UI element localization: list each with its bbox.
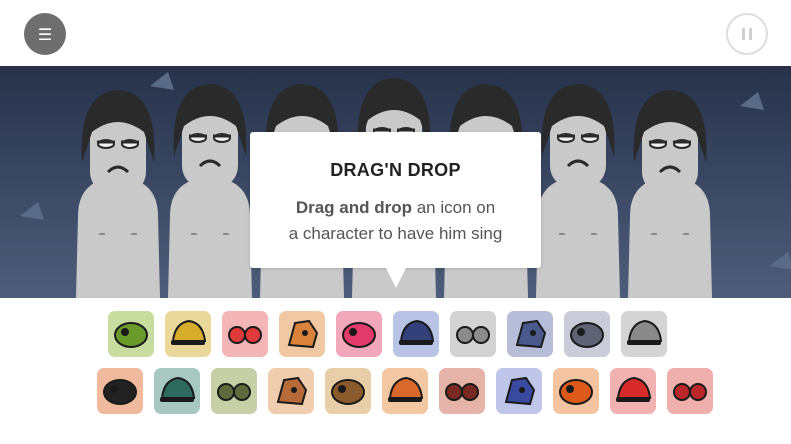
pause-icon-bar-right xyxy=(749,28,752,40)
green-leaf-hat-icon[interactable] xyxy=(108,311,154,357)
red-totem-icon-glyph xyxy=(445,383,479,401)
yellow-cap-icon-glyph xyxy=(171,319,207,345)
pause-icon-bar-left xyxy=(742,28,745,40)
red-cherry-icon-glyph xyxy=(673,383,707,401)
brown-octopus-icon-glyph xyxy=(331,379,365,405)
character xyxy=(536,84,620,298)
tooltip-text-line2: a character to have him sing xyxy=(288,224,503,243)
drag-drop-tooltip: DRAG'N DROP Drag and drop an icon on a c… xyxy=(250,132,541,288)
umbrella-decoration xyxy=(740,92,764,110)
icon-row-bottom xyxy=(97,368,713,414)
black-headphone-icon[interactable] xyxy=(97,368,143,414)
blue-goggles-icon[interactable] xyxy=(393,311,439,357)
blue-goggles-icon-glyph xyxy=(399,319,435,345)
top-bar: ☰ xyxy=(0,0,791,66)
tooltip-title: DRAG'N DROP xyxy=(330,160,461,180)
grey-mask-icon-glyph xyxy=(570,322,604,348)
character xyxy=(76,90,160,298)
yellow-cap-icon[interactable] xyxy=(165,311,211,357)
pause-button[interactable] xyxy=(726,13,768,55)
orange-sun-icon[interactable] xyxy=(553,368,599,414)
brown-octopus-icon[interactable] xyxy=(325,368,371,414)
icon-row-top xyxy=(108,311,667,357)
icon-tray xyxy=(0,298,791,444)
green-helmet-icon[interactable] xyxy=(154,368,200,414)
tooltip-body: Drag and drop an icon on a character to … xyxy=(250,195,541,247)
green-face-icon[interactable] xyxy=(211,368,257,414)
blue-tube-icon[interactable] xyxy=(496,368,542,414)
green-leaf-hat-icon-glyph xyxy=(114,322,148,348)
red-ribbon-icon-glyph xyxy=(616,376,652,402)
umbrella-decoration xyxy=(150,72,174,90)
blue-tube-icon-glyph xyxy=(504,376,536,406)
red-ribbon-icon[interactable] xyxy=(610,368,656,414)
orange-mustache-icon-glyph xyxy=(276,376,308,406)
grey-bubbles-icon-glyph xyxy=(456,326,490,344)
menu-button[interactable]: ☰ xyxy=(24,13,66,55)
blue-hood-icon-glyph xyxy=(515,319,547,349)
red-glasses-icon-glyph xyxy=(228,326,262,344)
life-cap-icon-glyph xyxy=(627,319,663,345)
tooltip-bold-text: Drag and drop xyxy=(295,198,412,217)
orange-flame-icon-glyph xyxy=(388,376,424,402)
red-cherry-icon[interactable] xyxy=(667,368,713,414)
blue-hood-icon[interactable] xyxy=(507,311,553,357)
green-helmet-icon-glyph xyxy=(160,376,196,402)
black-headphone-icon-glyph xyxy=(103,379,137,405)
menu-icon: ☰ xyxy=(37,24,53,44)
orange-flame-icon[interactable] xyxy=(382,368,428,414)
umbrella-decoration xyxy=(20,202,44,220)
life-cap-icon[interactable] xyxy=(621,311,667,357)
character xyxy=(168,84,252,298)
green-face-icon-glyph xyxy=(217,383,251,401)
orange-hat-icon-glyph xyxy=(287,319,319,349)
character xyxy=(628,90,712,298)
grey-bubbles-icon[interactable] xyxy=(450,311,496,357)
red-totem-icon[interactable] xyxy=(439,368,485,414)
umbrella-decoration xyxy=(770,252,791,270)
pink-dotted-hat-icon-glyph xyxy=(342,322,376,348)
red-glasses-icon[interactable] xyxy=(222,311,268,357)
grey-mask-icon[interactable] xyxy=(564,311,610,357)
tooltip-text-line1: an icon on xyxy=(411,198,496,217)
pink-dotted-hat-icon[interactable] xyxy=(336,311,382,357)
orange-mustache-icon[interactable] xyxy=(268,368,314,414)
orange-hat-icon[interactable] xyxy=(279,311,325,357)
orange-sun-icon-glyph xyxy=(559,379,593,405)
